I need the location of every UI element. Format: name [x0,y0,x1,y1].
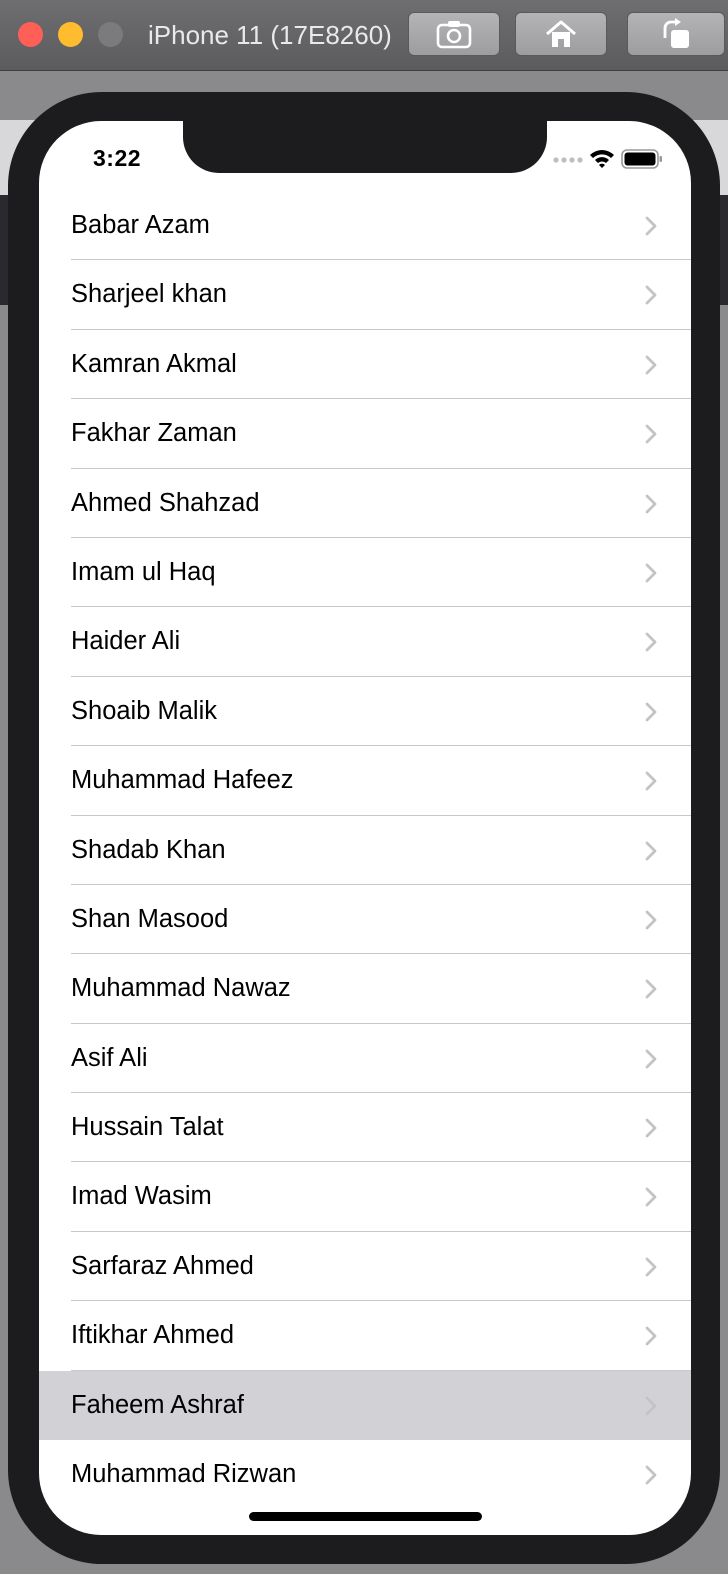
window-title: iPhone 11 (17E8260) [148,20,392,50]
chevron-right-icon [645,1188,657,1207]
chevron-right-icon [645,494,657,513]
player-name: Shan Masood [71,904,229,933]
player-name: Muhammad Nawaz [71,974,291,1003]
chevron-right-icon [645,632,657,652]
chevron-right-icon [645,979,657,999]
player-name: Imam ul Haq [71,557,216,586]
chevron-right-icon [645,910,657,930]
camera-icon [436,21,472,49]
table-row[interactable]: Babar Azam [39,191,691,261]
player-name: Imad Wasim [71,1182,212,1211]
table-row[interactable]: Fakhar Zaman [39,399,691,469]
player-name: Asif Ali [71,1043,148,1072]
player-name: Hussain Talat [71,1113,224,1142]
player-name: Shadab Khan [71,835,226,864]
player-name: Sharjeel khan [71,280,227,309]
player-name: Muhammad Rizwan [71,1460,297,1489]
chevron-right-icon [645,1118,657,1138]
player-name: Shoaib Malik [71,696,217,725]
chevron-right-icon [645,1465,657,1485]
player-name: Fakhar Zaman [71,419,237,448]
player-name: Babar Azam [71,211,210,239]
table-row[interactable]: Kamran Akmal [39,330,691,400]
table-row[interactable]: Haider Ali [39,607,691,677]
table-row[interactable]: Ahmed Shahzad [39,469,691,538]
home-button[interactable] [515,12,607,56]
chevron-right-icon [645,285,657,305]
table-row[interactable]: Imad Wasim [39,1162,691,1232]
table-row[interactable]: Sarfaraz Ahmed [39,1232,691,1302]
table-row[interactable]: Hussain Talat [39,1093,691,1163]
table-row[interactable]: Shan Masood [39,885,691,955]
table-row[interactable]: Asif Ali [39,1024,691,1094]
window-close-button[interactable] [18,22,43,47]
table-row[interactable]: Shadab Khan [39,816,691,885]
table-row[interactable]: Imam ul Haq [39,538,691,608]
status-bar-time: 3:22 [93,145,142,171]
battery-icon [621,149,662,169]
wifi-icon [590,150,614,168]
table-row[interactable]: Iftikhar Ahmed [39,1301,691,1371]
table-row[interactable]: Muhammad Hafeez [39,746,691,816]
players-table: Babar Azam Sharjeel khan Kamran Akmal Fakha… [39,191,691,1509]
table-row[interactable]: Muhammad Nawaz [39,954,691,1024]
player-name: Faheem Ashraf [71,1390,244,1419]
window-minimize-button[interactable] [58,22,83,47]
chevron-right-icon [645,563,657,583]
chevron-right-icon [645,1326,657,1346]
rotate-icon [663,18,689,48]
window-zoom-button[interactable] [98,22,123,47]
table-row[interactable]: Sharjeel khan [39,260,691,330]
chevron-right-icon [645,355,657,375]
chevron-right-icon [645,771,657,791]
simulator-titlebar: iPhone 11 (17E8260) [0,0,728,71]
chevron-right-icon [645,1257,657,1277]
chevron-right-icon [645,216,657,236]
chevron-right-icon [645,702,657,722]
home-indicator[interactable] [249,1512,482,1521]
table-row[interactable]: Shoaib Malik [39,677,691,747]
player-name: Haider Ali [71,627,181,656]
device-notch [183,121,547,173]
player-name: Kamran Akmal [71,349,237,378]
chevron-right-icon [645,1396,657,1416]
device-screen: 3:22 Babar Azam Sharjeel khan Kamran Akmal… [39,121,691,1535]
player-name: Muhammad Hafeez [71,766,294,795]
cellular-signal-icon [553,157,583,163]
table-row[interactable]: Muhammad Rizwan [39,1440,691,1509]
player-name: Ahmed Shahzad [71,488,260,517]
chevron-right-icon [645,1049,657,1069]
screenshot-button[interactable] [408,12,500,56]
rotate-button[interactable] [627,12,725,56]
player-name: Sarfaraz Ahmed [71,1251,254,1280]
chevron-right-icon [645,424,657,444]
player-name: Iftikhar Ahmed [71,1321,234,1350]
chevron-right-icon [645,841,657,860]
table-row[interactable]: Faheem Ashraf [39,1370,691,1441]
home-icon [546,20,576,47]
